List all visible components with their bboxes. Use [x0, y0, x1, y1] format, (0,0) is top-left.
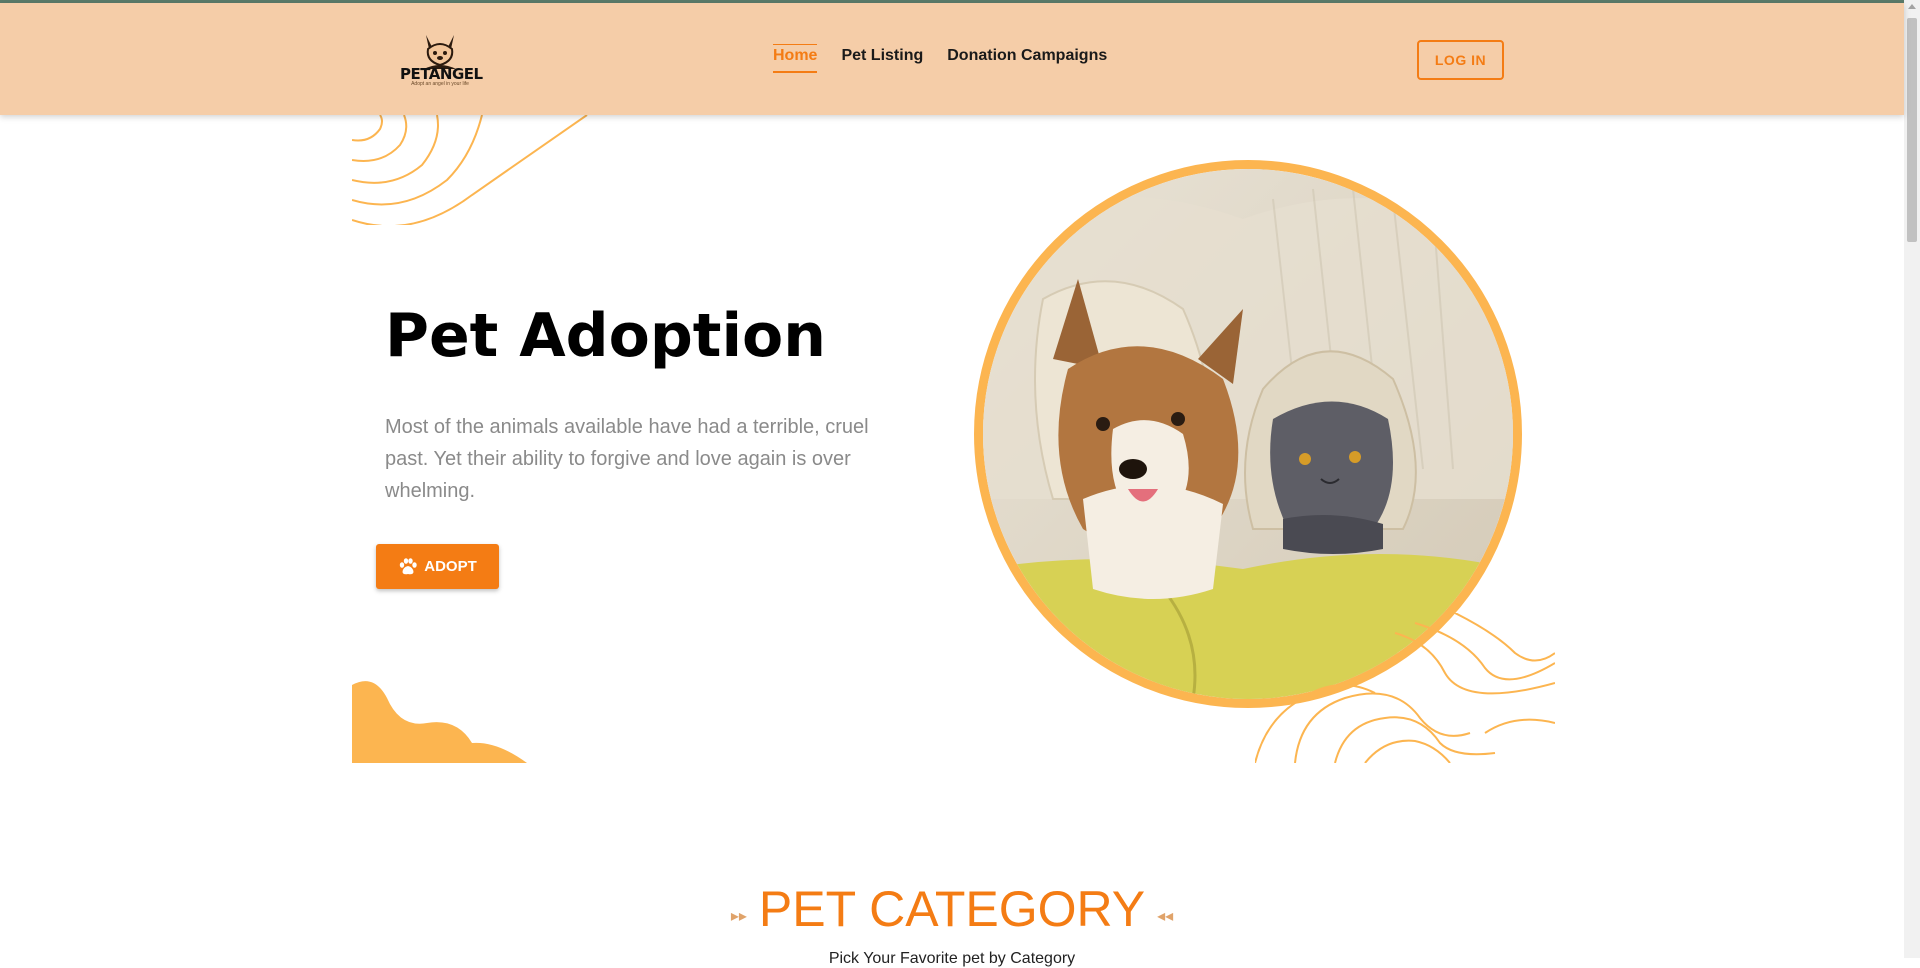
main-nav: Home Pet Listing Donation Campaigns: [773, 44, 1107, 73]
hero-description: Most of the animals available have had a…: [385, 416, 869, 502]
contour-lines-decoration-bottom-right: [1255, 613, 1555, 763]
page-scrollbar[interactable]: [1904, 0, 1920, 958]
brand-name: PETANGEL: [400, 65, 483, 83]
scroll-thumb[interactable]: [1907, 18, 1917, 242]
section-subtitle: Pick Your Favorite pet by Category: [828, 950, 1076, 967]
nav-link-home[interactable]: Home: [773, 44, 818, 73]
double-arrow-left-icon: ◂◂: [1157, 908, 1174, 925]
adopt-button[interactable]: ADOPT: [376, 544, 499, 589]
scroll-up-arrow-icon[interactable]: [1908, 4, 1916, 9]
section-title: PET CATEGORY: [758, 881, 1146, 937]
nav-link-pet-listing[interactable]: Pet Listing: [841, 47, 923, 73]
login-button[interactable]: LOG IN: [1417, 40, 1504, 80]
brand-tagline: Adopt an angel in your life: [411, 81, 469, 87]
hero-title: Pet Adoption: [385, 301, 826, 371]
navbar: PETANGEL Adopt an angel in your life Hom…: [0, 3, 1904, 115]
contour-lines-decoration-top: [352, 115, 588, 225]
brand-logo[interactable]: PETANGEL Adopt an angel in your life: [400, 31, 483, 89]
blob-decoration: [352, 681, 527, 763]
adopt-button-label: ADOPT: [424, 558, 477, 575]
double-arrow-right-icon: ▸▸: [730, 908, 747, 925]
hero-section: Pet Adoption Most of the animals availab…: [0, 115, 1904, 763]
nav-link-donation-campaigns[interactable]: Donation Campaigns: [947, 47, 1107, 73]
paw-icon: [400, 557, 417, 574]
pet-category-header: ▸▸ PET CATEGORY ◂◂: [0, 880, 1904, 938]
